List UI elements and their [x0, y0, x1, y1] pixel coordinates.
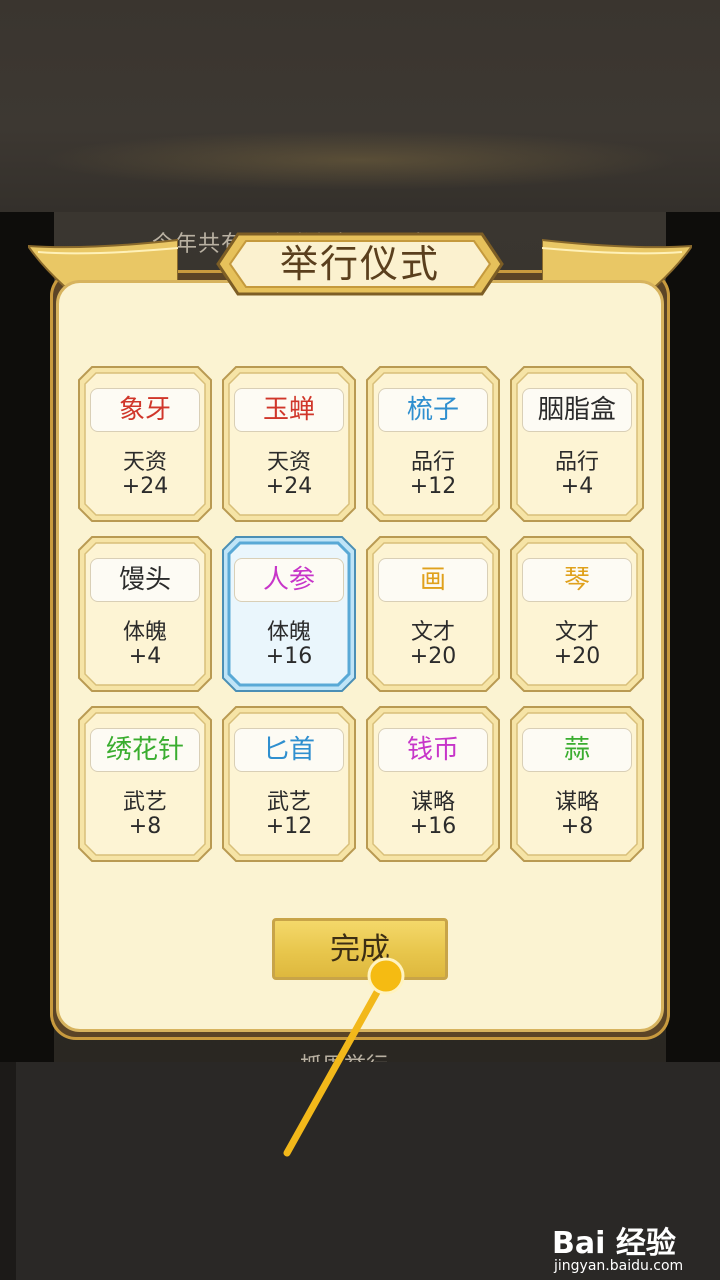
item-card[interactable]: 梳子品行 +12 [366, 366, 500, 522]
item-bonus: +12 [265, 814, 313, 839]
watermark-url: jingyan.baidu.com [554, 1258, 684, 1274]
item-card[interactable]: 玉蝉天资 +24 [222, 366, 356, 522]
item-card[interactable]: 钱币谋略 +16 [366, 706, 500, 862]
background-top [0, 0, 720, 212]
item-bonus: +24 [121, 474, 169, 499]
item-name: 玉蝉 [234, 388, 344, 432]
item-attribute: 体魄 [266, 620, 311, 645]
item-attribute: 谋略 [410, 790, 455, 815]
background-blur [40, 130, 680, 190]
item-attribute: 武艺 [122, 790, 167, 815]
item-bonus: +8 [128, 814, 162, 839]
item-bonus: +12 [409, 474, 457, 499]
item-card[interactable]: 人参体魄 +16 [222, 536, 356, 692]
item-bonus: +24 [265, 474, 313, 499]
item-card[interactable]: 蒜谋略 +8 [510, 706, 644, 862]
item-attribute: 品行 [554, 450, 599, 475]
item-name: 画 [378, 558, 488, 602]
item-name: 馒头 [90, 558, 200, 602]
item-name: 蒜 [522, 728, 632, 772]
item-bonus: +4 [128, 644, 162, 669]
item-card[interactable]: 馒头体魄 +4 [78, 536, 212, 692]
item-name: 琴 [522, 558, 632, 602]
item-attribute: 体魄 [122, 620, 167, 645]
item-card[interactable]: 画文才 +20 [366, 536, 500, 692]
item-name: 胭脂盒 [522, 388, 632, 432]
item-bonus: +8 [560, 814, 594, 839]
item-name: 绣花针 [90, 728, 200, 772]
item-attribute: 武艺 [266, 790, 311, 815]
item-attribute: 品行 [410, 450, 455, 475]
item-card[interactable]: 绣花针武艺 +8 [78, 706, 212, 862]
item-card[interactable]: 象牙天资 +24 [78, 366, 212, 522]
item-bonus: +20 [409, 644, 457, 669]
item-attribute: 文才 [410, 620, 455, 645]
item-card[interactable]: 匕首武艺 +12 [222, 706, 356, 862]
baidu-watermark: Bai 经验 jingyan.baidu.com [552, 1218, 712, 1278]
item-bonus: +16 [265, 644, 313, 669]
item-card[interactable]: 胭脂盒品行 +4 [510, 366, 644, 522]
item-bonus: +16 [409, 814, 457, 839]
item-attribute: 天资 [266, 450, 311, 475]
item-attribute: 文才 [554, 620, 599, 645]
item-bonus: +4 [560, 474, 594, 499]
dialog-title: 举行仪式 [279, 242, 440, 286]
item-bonus: +20 [553, 644, 601, 669]
item-name: 象牙 [90, 388, 200, 432]
item-name: 钱币 [378, 728, 488, 772]
watermark-logo: Bai 经验 [552, 1226, 676, 1261]
item-card[interactable]: 琴文才 +20 [510, 536, 644, 692]
done-button[interactable]: 完成 [272, 918, 448, 980]
item-attribute: 谋略 [554, 790, 599, 815]
item-name: 梳子 [378, 388, 488, 432]
item-name: 匕首 [234, 728, 344, 772]
item-name: 人参 [234, 558, 344, 602]
item-attribute: 天资 [122, 450, 167, 475]
